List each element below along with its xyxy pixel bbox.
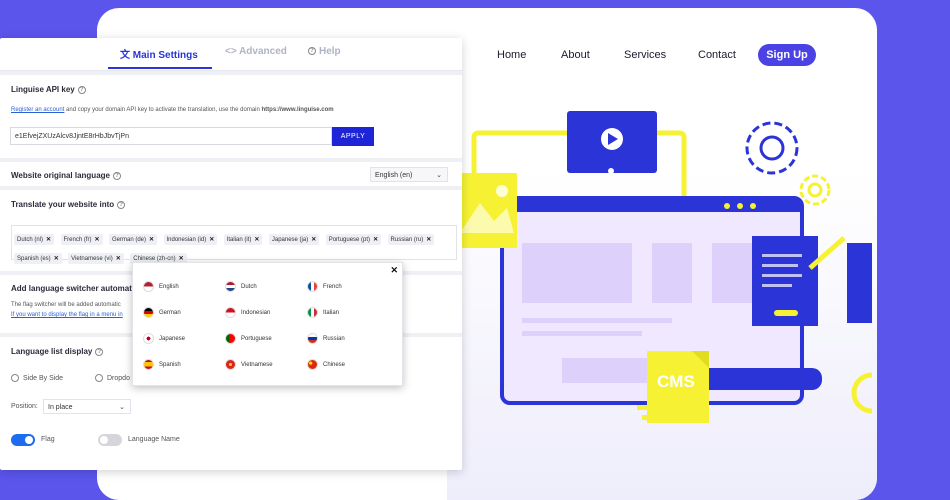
tab-main-settings[interactable]: 文 Main Settings: [120, 46, 198, 61]
nav-home[interactable]: Home: [497, 49, 526, 61]
indonesia-flag-icon: [225, 307, 236, 318]
remove-icon: ✕: [209, 237, 215, 243]
language-option-indonesian[interactable]: Indonesian: [225, 307, 270, 318]
language-option-vietnamese[interactable]: Vietnamese: [225, 359, 273, 370]
apply-button[interactable]: APPLY: [332, 127, 374, 146]
netherlands-flag-icon: [225, 281, 236, 292]
cms-label: CMS: [657, 372, 695, 391]
language-chip[interactable]: Japanese (ja) ✕: [268, 234, 320, 245]
tab-help[interactable]: ? Help: [308, 46, 341, 57]
tab-advanced[interactable]: <> Advanced: [225, 46, 287, 57]
language-chip[interactable]: Indonesian (id) ✕: [163, 234, 218, 245]
flag-label: Flag: [41, 436, 55, 443]
language-option-chinese[interactable]: Chinese: [307, 359, 345, 370]
chevron-down-icon: ⌄: [436, 172, 442, 179]
chevron-down-icon: ⌄: [119, 404, 125, 411]
remove-icon: ✕: [426, 237, 432, 243]
dropdown-radio[interactable]: [95, 374, 103, 382]
language-option-dutch[interactable]: Dutch: [225, 281, 257, 292]
language-option-french[interactable]: French: [307, 281, 342, 292]
germany-flag-icon: [143, 307, 154, 318]
position-select[interactable]: In place ⌄: [43, 399, 131, 414]
original-language-title: Website original language?: [11, 171, 121, 180]
china-flag-icon: [307, 359, 318, 370]
language-flag-popover: ✕ English Dutch French German Indonesian…: [132, 262, 403, 386]
switcher-title: Add language switcher automaticall: [11, 284, 148, 293]
remove-icon: ✕: [94, 237, 100, 243]
language-chip[interactable]: Dutch (nl) ✕: [14, 234, 55, 245]
help-icon: ?: [308, 47, 316, 56]
help-icon: ?: [95, 347, 104, 356]
side-by-side-label: Side By Side: [23, 375, 64, 382]
sign-up-button[interactable]: Sign Up: [758, 44, 816, 66]
flag-toggle[interactable]: [11, 434, 35, 446]
language-option-spanish[interactable]: Spanish: [143, 359, 181, 370]
language-option-italian[interactable]: Italian: [307, 307, 339, 318]
language-chip[interactable]: French (fr) ✕: [60, 234, 103, 245]
switcher-description: The flag switcher will be added automati…: [11, 302, 121, 308]
vietnam-flag-icon: [225, 359, 236, 370]
display-title: Language list display?: [11, 347, 104, 356]
help-icon: ?: [117, 200, 126, 209]
language-option-japanese[interactable]: Japanese: [143, 333, 185, 344]
language-chip[interactable]: German (de) ✕: [109, 234, 158, 245]
russia-flag-icon: [307, 333, 318, 344]
us-flag-icon: [143, 281, 154, 292]
close-icon[interactable]: ✕: [390, 265, 398, 276]
tab-bar: 文 Main Settings <> Advanced ? Help: [0, 38, 462, 71]
gear-icon: [745, 121, 831, 206]
nav-about[interactable]: About: [561, 49, 590, 61]
remove-icon: ✕: [311, 237, 317, 243]
remove-icon: ✕: [53, 256, 59, 262]
dropdown-label: Dropdo: [107, 375, 130, 382]
language-chip[interactable]: Portuguese (pt) ✕: [325, 234, 382, 245]
language-option-german[interactable]: German: [143, 307, 181, 318]
remove-icon: ✕: [373, 237, 379, 243]
france-flag-icon: [307, 281, 318, 292]
nav-services[interactable]: Services: [624, 49, 666, 61]
remove-icon: ✕: [46, 237, 52, 243]
settings-panel: 文 Main Settings <> Advanced ? Help Lingui…: [0, 38, 462, 470]
language-chip[interactable]: Russian (ru) ✕: [387, 234, 435, 245]
language-chip[interactable]: Italian (it) ✕: [223, 234, 263, 245]
language-chip[interactable]: Vietnamese (vi) ✕: [68, 253, 124, 264]
help-icon: ?: [77, 85, 86, 94]
language-option-english[interactable]: English: [143, 281, 179, 292]
remove-icon: ✕: [115, 256, 121, 262]
italy-flag-icon: [307, 307, 318, 318]
remove-icon: ✕: [254, 237, 260, 243]
language-chip[interactable]: Spanish (es) ✕: [14, 253, 62, 264]
original-language-section: Website original language? English (en) ⌄: [0, 158, 462, 186]
api-key-section: Linguise API key? Register an account an…: [0, 71, 462, 158]
document-icon: [752, 236, 846, 326]
japan-flag-icon: [143, 333, 154, 344]
remove-icon: ✕: [149, 237, 155, 243]
spain-flag-icon: [143, 359, 154, 370]
language-option-portuguese[interactable]: Portuguese: [225, 333, 272, 344]
language-name-label: Language Name: [128, 436, 180, 443]
language-name-toggle[interactable]: [98, 434, 122, 446]
help-icon: ?: [112, 171, 121, 180]
nav-contact[interactable]: Contact: [698, 49, 736, 61]
target-languages-input[interactable]: Dutch (nl) ✕ French (fr) ✕ German (de) ✕ In…: [11, 225, 457, 264]
portugal-flag-icon: [225, 333, 236, 344]
active-tab-indicator: [108, 67, 212, 69]
register-account-link[interactable]: Register an account: [11, 107, 64, 113]
api-key-input[interactable]: e1EfvejZXUzAlcv8JjntE8rHbJbvTjPn: [10, 127, 332, 145]
position-label: Position:: [11, 403, 38, 410]
api-key-description: Register an account and copy your domain…: [11, 107, 334, 113]
translate-title: Translate your website into?: [11, 200, 126, 209]
side-by-side-radio[interactable]: [11, 374, 19, 382]
original-language-select[interactable]: English (en) ⌄: [370, 167, 448, 182]
api-key-title: Linguise API key?: [11, 85, 86, 94]
switcher-menu-link[interactable]: If you want to display the flag in a men…: [11, 312, 123, 318]
language-option-russian[interactable]: Russian: [307, 333, 345, 344]
